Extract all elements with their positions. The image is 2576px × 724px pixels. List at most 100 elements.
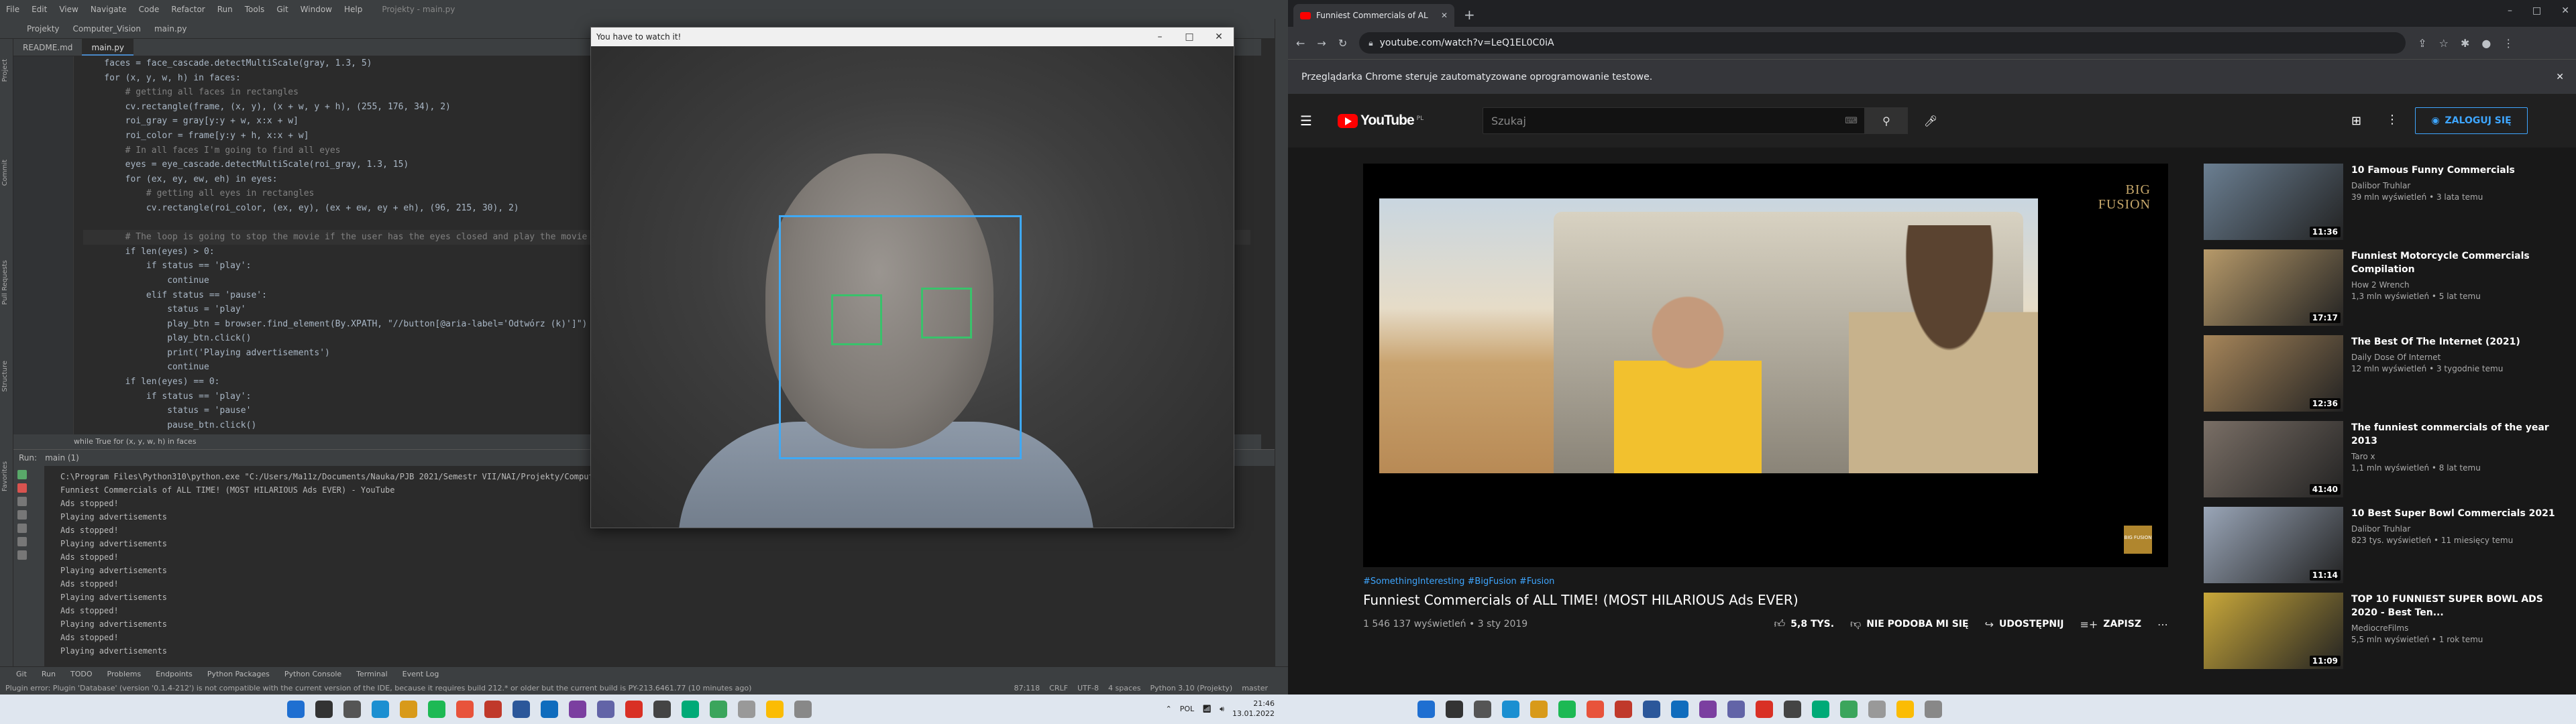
console-line[interactable]: Playing advertisements bbox=[60, 510, 681, 524]
trash-icon[interactable] bbox=[17, 550, 27, 560]
tool-window-tab[interactable]: Python Console bbox=[284, 670, 341, 678]
settings-more-icon[interactable]: ⋮ bbox=[2386, 113, 2398, 127]
console-line[interactable]: Ads stopped! bbox=[60, 631, 681, 644]
related-video-item[interactable]: 41:40 The funniest commercials of the yea… bbox=[2204, 421, 2566, 501]
taskbar-app-icon[interactable] bbox=[541, 701, 558, 718]
taskbar-app-icon[interactable] bbox=[1615, 701, 1632, 718]
related-video-thumbnail[interactable]: 11:36 bbox=[2204, 164, 2343, 240]
search-icon[interactable] bbox=[1446, 701, 1463, 718]
taskbar-app-icon[interactable] bbox=[513, 701, 530, 718]
sign-in-button[interactable]: ◉ ZALOGUJ SIĘ bbox=[2415, 107, 2528, 134]
tool-window-stripe-button[interactable]: Structure bbox=[1, 361, 9, 392]
profile-icon[interactable]: ● bbox=[2481, 37, 2491, 50]
tool-window-tab[interactable]: Event Log bbox=[402, 670, 439, 678]
video-hashtags[interactable]: #SomethingInteresting #BigFusion #Fusion bbox=[1363, 577, 2168, 587]
related-video-item[interactable]: 11:36 10 Famous Funny Commercials Dalibor … bbox=[2204, 164, 2566, 244]
more-actions-button[interactable]: ⋯ bbox=[2157, 617, 2168, 631]
taskbar-app-icon[interactable] bbox=[1727, 701, 1745, 718]
taskbar-app-icon[interactable] bbox=[1671, 701, 1688, 718]
windows-start-icon[interactable] bbox=[287, 701, 305, 718]
chrome-menu-icon[interactable]: ⋮ bbox=[2503, 37, 2514, 50]
related-video-channel[interactable]: Daily Dose Of Internet bbox=[2351, 353, 2558, 362]
forward-icon[interactable]: → bbox=[1317, 37, 1326, 50]
console-line[interactable]: Funniest Commercials of ALL TIME! (MOST … bbox=[60, 483, 681, 497]
search-input[interactable]: Szukaj ⌨ bbox=[1483, 107, 1865, 134]
editor-tab[interactable]: README.md bbox=[13, 39, 82, 56]
related-video-thumbnail[interactable]: 11:14 bbox=[2204, 507, 2343, 583]
taskbar-app-icon[interactable] bbox=[1587, 701, 1604, 718]
taskbar-app-icon[interactable] bbox=[428, 701, 445, 718]
status-indicator[interactable]: CRLF bbox=[1049, 684, 1068, 692]
taskbar-app-icon[interactable] bbox=[1812, 701, 1829, 718]
apps-grid-icon[interactable]: ⊞ bbox=[2351, 114, 2361, 128]
menu-item[interactable]: Run bbox=[211, 5, 239, 14]
extensions-icon[interactable]: ✱ bbox=[2461, 37, 2469, 50]
run-console[interactable]: C:\Program Files\Python310\python.exe "C… bbox=[60, 470, 681, 658]
taskbar-app-icon[interactable] bbox=[682, 701, 699, 718]
menu-item[interactable]: File bbox=[0, 5, 25, 14]
youtube-logo[interactable]: YouTube PL bbox=[1337, 113, 1424, 129]
channel-branding-badge[interactable]: BIG FUSION bbox=[2124, 526, 2152, 554]
close-icon[interactable]: ✕ bbox=[1204, 32, 1234, 42]
console-line[interactable]: Ads stopped! bbox=[60, 577, 681, 591]
webcam-window[interactable]: You have to watch it! – □ ✕ bbox=[590, 27, 1234, 528]
taskbar-app-icon[interactable] bbox=[1925, 701, 1942, 718]
console-line[interactable]: Playing advertisements bbox=[60, 644, 681, 658]
back-icon[interactable]: ← bbox=[1296, 37, 1305, 50]
nav-breadcrumb-item[interactable]: Computer_Vision bbox=[73, 24, 141, 34]
address-bar[interactable]: 🔒︎ youtube.com/watch?v=LeQ1EL0C0iA bbox=[1359, 32, 2406, 54]
rerun-icon[interactable] bbox=[17, 470, 27, 479]
related-video-channel[interactable]: Taro x bbox=[2351, 452, 2558, 461]
taskbar-app-icon[interactable] bbox=[710, 701, 727, 718]
taskbar-app-icon[interactable] bbox=[456, 701, 474, 718]
console-line[interactable]: Ads stopped! bbox=[60, 604, 681, 617]
voice-search-mic-icon[interactable]: 🎤︎ bbox=[1919, 109, 1943, 133]
like-button[interactable]: 👍︎ 5,8 TYS. bbox=[1774, 617, 1835, 631]
tool-window-stripe-button[interactable]: Pull Requests bbox=[1, 260, 9, 305]
taskbar-app-icon[interactable] bbox=[343, 701, 361, 718]
taskbar-app-icon[interactable] bbox=[1558, 701, 1576, 718]
infobar-close-icon[interactable]: ✕ bbox=[2556, 72, 2564, 82]
menu-item[interactable]: Git bbox=[270, 5, 294, 14]
status-indicator[interactable]: UTF-8 bbox=[1077, 684, 1099, 692]
related-video-item[interactable]: 11:09 TOP 10 FUNNIEST SUPER BOWL ADS 2020… bbox=[2204, 593, 2566, 673]
menu-item[interactable]: View bbox=[53, 5, 84, 14]
tool-window-tab[interactable]: Endpoints bbox=[156, 670, 193, 678]
taskbar-app-icon[interactable] bbox=[1896, 701, 1914, 718]
tool-window-tab[interactable]: Run bbox=[42, 670, 56, 678]
taskbar-app-icon[interactable] bbox=[625, 701, 643, 718]
tool-window-tab[interactable]: Terminal bbox=[356, 670, 388, 678]
console-line[interactable]: Playing advertisements bbox=[60, 564, 681, 577]
console-line[interactable]: Playing advertisements bbox=[60, 617, 681, 631]
console-line[interactable]: C:\Program Files\Python310\python.exe "C… bbox=[60, 470, 681, 483]
status-indicator[interactable]: 87:118 bbox=[1014, 684, 1040, 692]
taskbar-app-icon[interactable] bbox=[372, 701, 389, 718]
taskbar-app-icon[interactable] bbox=[794, 701, 812, 718]
tool-window-stripe-button[interactable]: Favorites bbox=[1, 461, 9, 491]
taskbar-app-icon[interactable] bbox=[1643, 701, 1660, 718]
minimize-icon[interactable]: – bbox=[1145, 32, 1175, 42]
related-video-thumbnail[interactable]: 17:17 bbox=[2204, 249, 2343, 326]
taskbar-app-icon[interactable] bbox=[569, 701, 586, 718]
save-button[interactable]: ≡+ ZAPISZ bbox=[2080, 617, 2141, 631]
share-icon[interactable]: ⇪ bbox=[2418, 37, 2426, 50]
status-indicator[interactable]: 4 spaces bbox=[1108, 684, 1141, 692]
tool-window-tab[interactable]: Git bbox=[16, 670, 27, 678]
nav-breadcrumb-item[interactable]: Projekty bbox=[27, 24, 60, 34]
status-indicator[interactable]: Python 3.10 (Projekty) bbox=[1150, 684, 1233, 692]
new-tab-icon[interactable]: + bbox=[1454, 7, 1485, 27]
taskbar-app-icon[interactable] bbox=[1502, 701, 1519, 718]
taskbar-app-icon[interactable] bbox=[653, 701, 671, 718]
search-icon[interactable] bbox=[315, 701, 333, 718]
menu-item[interactable]: Refactor bbox=[165, 5, 211, 14]
related-video-channel[interactable]: Dalibor Truhlar bbox=[2351, 524, 2558, 534]
editor-tab[interactable]: main.py bbox=[82, 39, 133, 56]
console-line[interactable]: Playing advertisements bbox=[60, 591, 681, 604]
keyboard-icon[interactable]: ⌨ bbox=[1845, 116, 1858, 126]
dislike-button[interactable]: 👎︎ NIE PODOBA MI SIĘ bbox=[1850, 617, 1969, 631]
related-video-title[interactable]: Funniest Motorcycle Commercials Compilat… bbox=[2351, 249, 2558, 276]
scroll-end-icon[interactable] bbox=[17, 524, 27, 533]
taskbar-app-icon[interactable] bbox=[400, 701, 417, 718]
menu-item[interactable]: Window bbox=[294, 5, 338, 14]
clock[interactable]: 21:46 13.01.2022 bbox=[1232, 699, 1275, 719]
